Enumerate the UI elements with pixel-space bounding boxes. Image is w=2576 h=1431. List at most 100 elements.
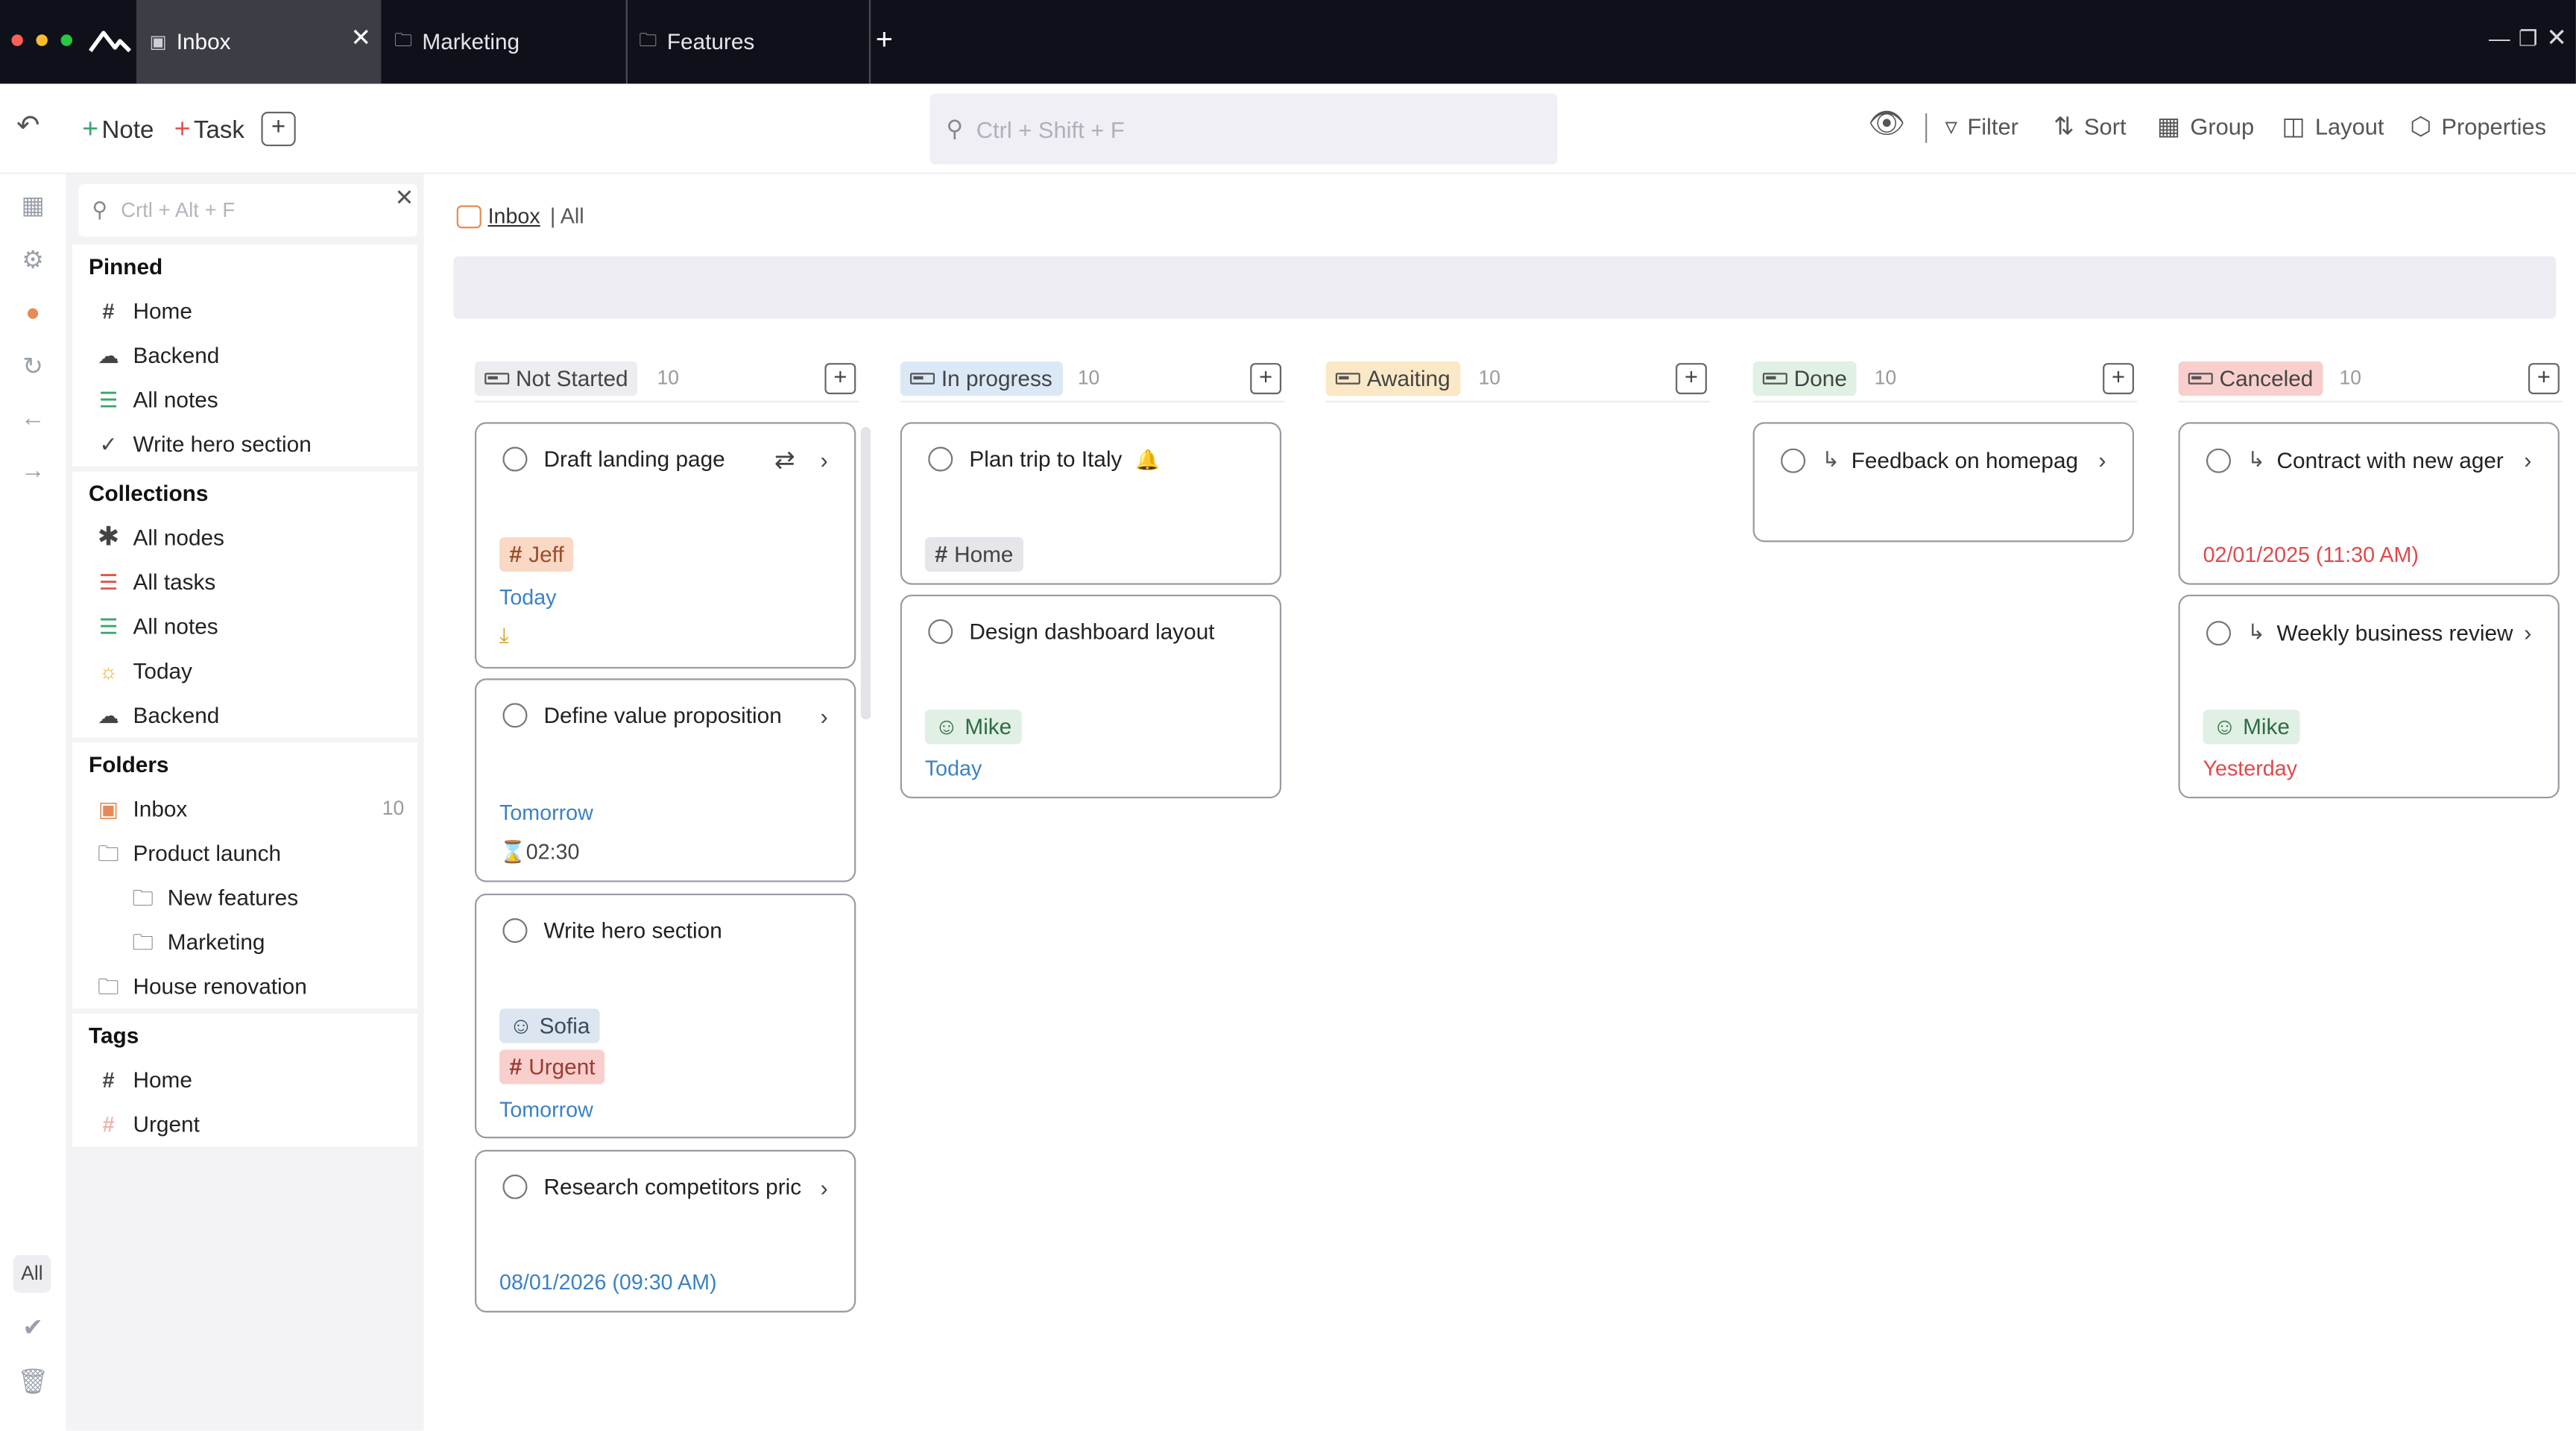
- back-arrow-icon[interactable]: ←: [16, 404, 49, 437]
- task-card[interactable]: Draft landing page ⇄ › # Jeff Today ⤓: [474, 422, 856, 669]
- chevron-right-icon[interactable]: ›: [821, 1175, 828, 1201]
- task-card[interactable]: ↳ Weekly business review › ☺ Mike Yesterd…: [2178, 594, 2560, 799]
- tasks-icon: ☰: [98, 569, 119, 595]
- search-icon: ⚲: [946, 115, 964, 142]
- all-filter-button[interactable]: All: [13, 1254, 51, 1293]
- chevron-right-icon[interactable]: ›: [2524, 446, 2531, 473]
- minimize-window-dot[interactable]: [36, 34, 48, 46]
- sidebar-item-write-hero[interactable]: ✓ Write hero section: [72, 422, 417, 467]
- sidebar-item-house-renovation[interactable]: 🗀 House renovation: [72, 964, 417, 1009]
- task-checkbox[interactable]: [928, 446, 953, 472]
- group-button[interactable]: ▦ Group: [2157, 112, 2254, 141]
- close-icon[interactable]: ✕: [395, 184, 414, 212]
- new-note-button[interactable]: + Note: [82, 113, 154, 146]
- close-window-dot[interactable]: [11, 34, 23, 46]
- sidebar-item-tag-home[interactable]: # Home: [72, 1058, 417, 1102]
- sidebar-item-all-notes-collection[interactable]: ☰ All notes: [72, 604, 417, 649]
- sidebar-item-new-features[interactable]: 🗀 New features: [72, 876, 417, 920]
- layout-button[interactable]: ◫ Layout: [2282, 112, 2384, 141]
- person-chip[interactable]: ☺ Sofia: [499, 1008, 600, 1043]
- task-card[interactable]: Define value proposition › Tomorrow ⌛02:…: [474, 678, 856, 882]
- sidebar-item-label: All notes: [133, 614, 218, 639]
- column-count: 10: [1077, 366, 1100, 390]
- sidebar-item-backend-collection[interactable]: ☁ Backend: [72, 693, 417, 738]
- task-checkbox[interactable]: [502, 918, 528, 944]
- dashboard-icon[interactable]: ▦: [16, 191, 49, 224]
- minimize-icon[interactable]: —: [2489, 26, 2510, 51]
- sidebar-item-all-notes[interactable]: ☰ All notes: [72, 378, 417, 423]
- task-checkbox[interactable]: [928, 619, 953, 644]
- status-chip[interactable]: Awaiting: [1325, 361, 1460, 397]
- filter-button[interactable]: ▿ Filter: [1945, 112, 2018, 141]
- tab-label: Marketing: [422, 29, 520, 54]
- properties-button[interactable]: ⬡ Properties: [2410, 112, 2546, 142]
- status-chip[interactable]: Canceled: [2178, 361, 2323, 397]
- people-icon[interactable]: ●: [16, 299, 49, 332]
- add-card-button[interactable]: +: [2528, 363, 2560, 394]
- task-checkbox[interactable]: [2206, 447, 2232, 473]
- settings-icon[interactable]: ⚙: [16, 244, 49, 277]
- task-card[interactable]: Research competitors pric › 08/01/2026 (…: [474, 1149, 856, 1312]
- tab-features[interactable]: 🗀 Features: [626, 0, 871, 83]
- sidebar-item-home[interactable]: # Home: [72, 289, 417, 334]
- sidebar-item-backend[interactable]: ☁ Backend: [72, 333, 417, 378]
- chevron-right-icon[interactable]: ›: [2524, 619, 2531, 645]
- column-done: Done 10 + ↳ Feedback on homepag ›: [1752, 360, 2138, 543]
- sidebar-item-all-nodes[interactable]: ✱ All nodes: [72, 516, 417, 560]
- sidebar-search-input[interactable]: ⚲ Crtl + Alt + F: [78, 183, 417, 237]
- close-icon[interactable]: ✕: [350, 23, 371, 52]
- task-checkbox[interactable]: [502, 1174, 528, 1199]
- sidebar-item-today[interactable]: ☼ Today: [72, 649, 417, 694]
- task-checkbox[interactable]: [2206, 620, 2232, 645]
- sidebar-item-inbox[interactable]: ▣ Inbox 10: [72, 787, 417, 832]
- sidebar-item-all-tasks[interactable]: ☰ All tasks: [72, 560, 417, 605]
- trash-icon[interactable]: 🗑: [16, 1367, 49, 1400]
- task-card[interactable]: Write hero section ☺ Sofia # Urgent Tomorr…: [474, 893, 856, 1139]
- task-card[interactable]: Plan trip to Italy 🔔 # Home: [900, 422, 1282, 585]
- task-card[interactable]: Design dashboard layout ☺ Mike Today: [900, 594, 1282, 799]
- task-title: Weekly business review: [2276, 620, 2513, 645]
- close-app-icon[interactable]: ✕: [2546, 23, 2567, 52]
- task-checkbox[interactable]: [502, 703, 528, 728]
- status-chip[interactable]: Done: [1752, 361, 1857, 397]
- add-card-button[interactable]: +: [824, 363, 856, 394]
- breadcrumb-folder-link[interactable]: Inbox: [488, 203, 540, 228]
- status-chip[interactable]: Not Started: [474, 361, 638, 397]
- restore-icon[interactable]: ❐: [2519, 26, 2538, 52]
- task-card[interactable]: ↳ Feedback on homepag ›: [1752, 422, 2134, 543]
- sync-icon[interactable]: ↻: [16, 352, 49, 385]
- tag-chip[interactable]: # Home: [924, 537, 1023, 572]
- undo-icon[interactable]: ↶: [16, 110, 40, 143]
- chevron-right-icon[interactable]: ›: [821, 703, 828, 729]
- done-check-icon[interactable]: ✔: [16, 1312, 49, 1345]
- new-tab-plus-icon[interactable]: +: [876, 23, 893, 57]
- new-task-button[interactable]: + Task: [174, 113, 244, 146]
- chevron-right-icon[interactable]: ›: [2098, 446, 2106, 473]
- zoom-window-dot[interactable]: [60, 34, 72, 46]
- chevron-right-icon[interactable]: ›: [821, 446, 828, 473]
- add-card-button[interactable]: +: [1676, 363, 1707, 394]
- forward-arrow-icon[interactable]: →: [16, 457, 49, 490]
- tab-marketing[interactable]: 🗀 Marketing: [381, 0, 625, 83]
- person-chip[interactable]: ☺ Mike: [924, 710, 1022, 745]
- tab-inbox[interactable]: ▣ Inbox ✕: [136, 0, 382, 84]
- sidebar-item-tag-urgent[interactable]: # Urgent: [72, 1102, 417, 1147]
- column-scrollbar[interactable]: [860, 427, 871, 720]
- add-item-button[interactable]: +: [261, 111, 296, 147]
- eye-icon[interactable]: 👁: [1868, 107, 1905, 141]
- person-chip[interactable]: ☺ Mike: [2203, 710, 2300, 745]
- status-chip[interactable]: In progress: [900, 361, 1062, 397]
- sidebar-item-marketing[interactable]: 🗀 Marketing: [72, 920, 417, 964]
- sidebar-item-product-launch[interactable]: 🗀 Product launch: [72, 831, 417, 876]
- task-checkbox[interactable]: [502, 446, 528, 472]
- sort-button[interactable]: ⇅ Sort: [2053, 112, 2127, 141]
- task-card[interactable]: ↳ Contract with new ager › 02/01/2025 (1…: [2178, 422, 2560, 585]
- tag-chip[interactable]: # Jeff: [499, 537, 574, 572]
- task-checkbox[interactable]: [1781, 447, 1806, 473]
- properties-icon: ⬡: [2410, 113, 2432, 142]
- add-card-button[interactable]: +: [1250, 363, 1282, 394]
- due-date: Tomorrow: [499, 800, 593, 825]
- global-search-input[interactable]: ⚲ Ctrl + Shift + F: [929, 93, 1558, 165]
- tag-chip[interactable]: # Urgent: [499, 1049, 605, 1084]
- add-card-button[interactable]: +: [2103, 363, 2134, 394]
